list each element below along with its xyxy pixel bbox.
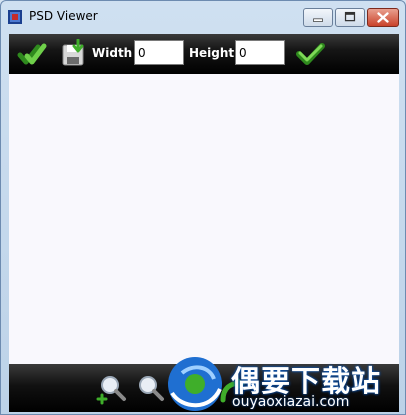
height-input[interactable] bbox=[235, 40, 285, 65]
width-input[interactable] bbox=[134, 40, 184, 65]
window-title: PSD Viewer bbox=[29, 9, 98, 23]
app-window: PSD Viewer Width 0 Height 0 偶要下载站 ouyaox… bbox=[0, 0, 406, 415]
title-bar[interactable]: PSD Viewer bbox=[1, 1, 405, 33]
zoom-in-icon[interactable] bbox=[95, 372, 129, 406]
maximize-icon bbox=[344, 11, 356, 22]
save-download-icon[interactable] bbox=[59, 39, 89, 69]
minimize-button[interactable] bbox=[303, 8, 333, 27]
width-label: Width bbox=[92, 46, 133, 60]
close-icon bbox=[377, 12, 389, 23]
ouyaoxiazai-logo bbox=[168, 357, 222, 411]
zoom-out-icon[interactable] bbox=[133, 372, 167, 406]
height-label: Height bbox=[189, 46, 235, 60]
watermark-url: ouyaoxiazai.com bbox=[232, 394, 350, 410]
double-checkmark-icon[interactable] bbox=[17, 39, 47, 69]
close-button[interactable] bbox=[367, 8, 399, 27]
psd-app-icon bbox=[8, 10, 22, 24]
checkmark-icon[interactable] bbox=[295, 39, 325, 69]
minimize-icon bbox=[313, 18, 323, 22]
top-toolbar: Width Height bbox=[9, 34, 399, 74]
image-canvas[interactable] bbox=[9, 74, 399, 364]
maximize-button[interactable] bbox=[335, 8, 365, 27]
